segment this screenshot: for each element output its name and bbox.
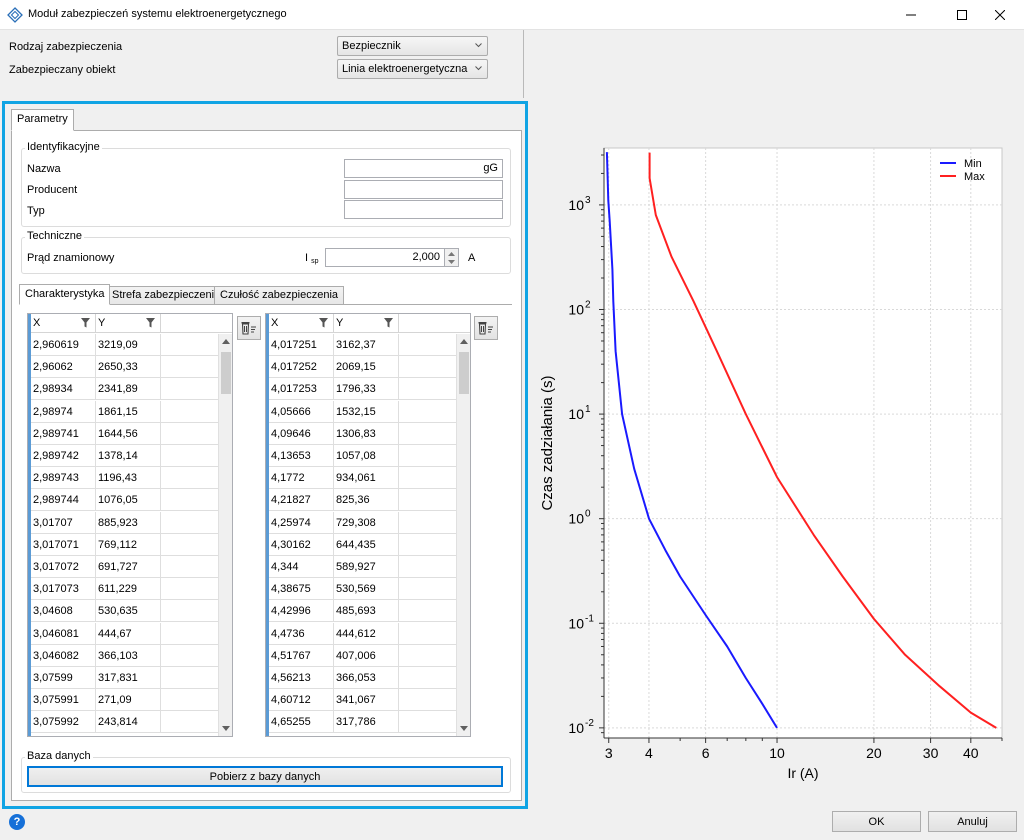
vertical-divider: [523, 30, 524, 98]
maximize-icon: [957, 10, 967, 20]
protection-type-label: Rodzaj zabezpieczenia: [9, 41, 123, 53]
y-tick-base: 10: [568, 197, 584, 213]
y-tick-base: 10: [568, 406, 584, 422]
maximize-button[interactable]: [945, 0, 979, 30]
y-tick-exponent: -1: [585, 613, 594, 624]
protected-object-label: Zabezpieczany obiekt: [9, 64, 116, 76]
app-diamond-icon: [7, 7, 23, 23]
x-tick-label: 20: [866, 745, 882, 761]
x-tick-label: 10: [769, 745, 785, 761]
y-tick-exponent: 2: [585, 299, 591, 310]
chevron-down-icon: [475, 66, 482, 71]
y-axis-label: Czas zadziałania (s): [539, 375, 556, 510]
close-button[interactable]: [983, 0, 1017, 30]
protected-object-value: Linia elektroenergetyczna: [342, 63, 468, 75]
tab-charakterystyka[interactable]: Charakterystyka: [19, 284, 111, 305]
y-tick-label: 10: [568, 615, 584, 631]
y-tick-base: 10: [568, 511, 584, 527]
x-axis-label: Ir (A): [787, 765, 818, 781]
x-tick-label: 30: [923, 745, 939, 761]
window-title: Moduł zabezpieczeń systemu elektroenerge…: [28, 8, 287, 20]
y-tick-label: 10: [568, 511, 584, 527]
y-tick-exponent: 1: [585, 404, 591, 415]
chevron-down-icon: [475, 43, 482, 48]
protected-object-select[interactable]: Linia elektroenergetyczna: [337, 59, 488, 79]
cancel-button[interactable]: Anuluj: [928, 811, 1017, 832]
y-tick-exponent: -2: [585, 718, 594, 729]
y-tick-label: 10: [568, 197, 584, 213]
y-tick-label: 10: [568, 301, 584, 317]
title-bar: Moduł zabezpieczeń systemu elektroenerge…: [0, 0, 1024, 30]
x-tick-label: 6: [702, 745, 710, 761]
y-tick-label: 10: [568, 720, 584, 736]
x-tick-label: 3: [605, 745, 613, 761]
y-tick-exponent: 0: [585, 509, 591, 520]
y-tick-base: 10: [568, 301, 584, 317]
characteristic-chart: 3 4 6 10 20 30 40 10 -2 10 -1 10 0 10 1 10 2 10 3 Min Max C…: [538, 138, 1008, 791]
legend-label-max: Max: [964, 171, 985, 183]
protection-type-value: Bezpiecznik: [342, 40, 401, 52]
y-tick-label: 10: [568, 406, 584, 422]
tab-parametry[interactable]: Parametry: [11, 109, 74, 131]
selection-highlight: [2, 101, 528, 809]
minimize-icon: [906, 14, 916, 16]
help-icon[interactable]: ?: [9, 814, 25, 830]
minimize-button[interactable]: [894, 0, 928, 30]
y-tick-exponent: 3: [585, 195, 591, 206]
close-icon: [995, 10, 1005, 20]
y-tick-base: 10: [568, 720, 584, 736]
ok-button[interactable]: OK: [832, 811, 921, 832]
protection-type-select[interactable]: Bezpiecznik: [337, 36, 488, 56]
legend-label-min: Min: [964, 158, 982, 170]
x-tick-label: 4: [645, 745, 653, 761]
y-tick-base: 10: [568, 615, 584, 631]
chart-svg: 3 4 6 10 20 30 4010 -210 -110 010 110 210 3 MinMax C…: [539, 147, 1003, 781]
x-tick-label: 40: [963, 745, 979, 761]
